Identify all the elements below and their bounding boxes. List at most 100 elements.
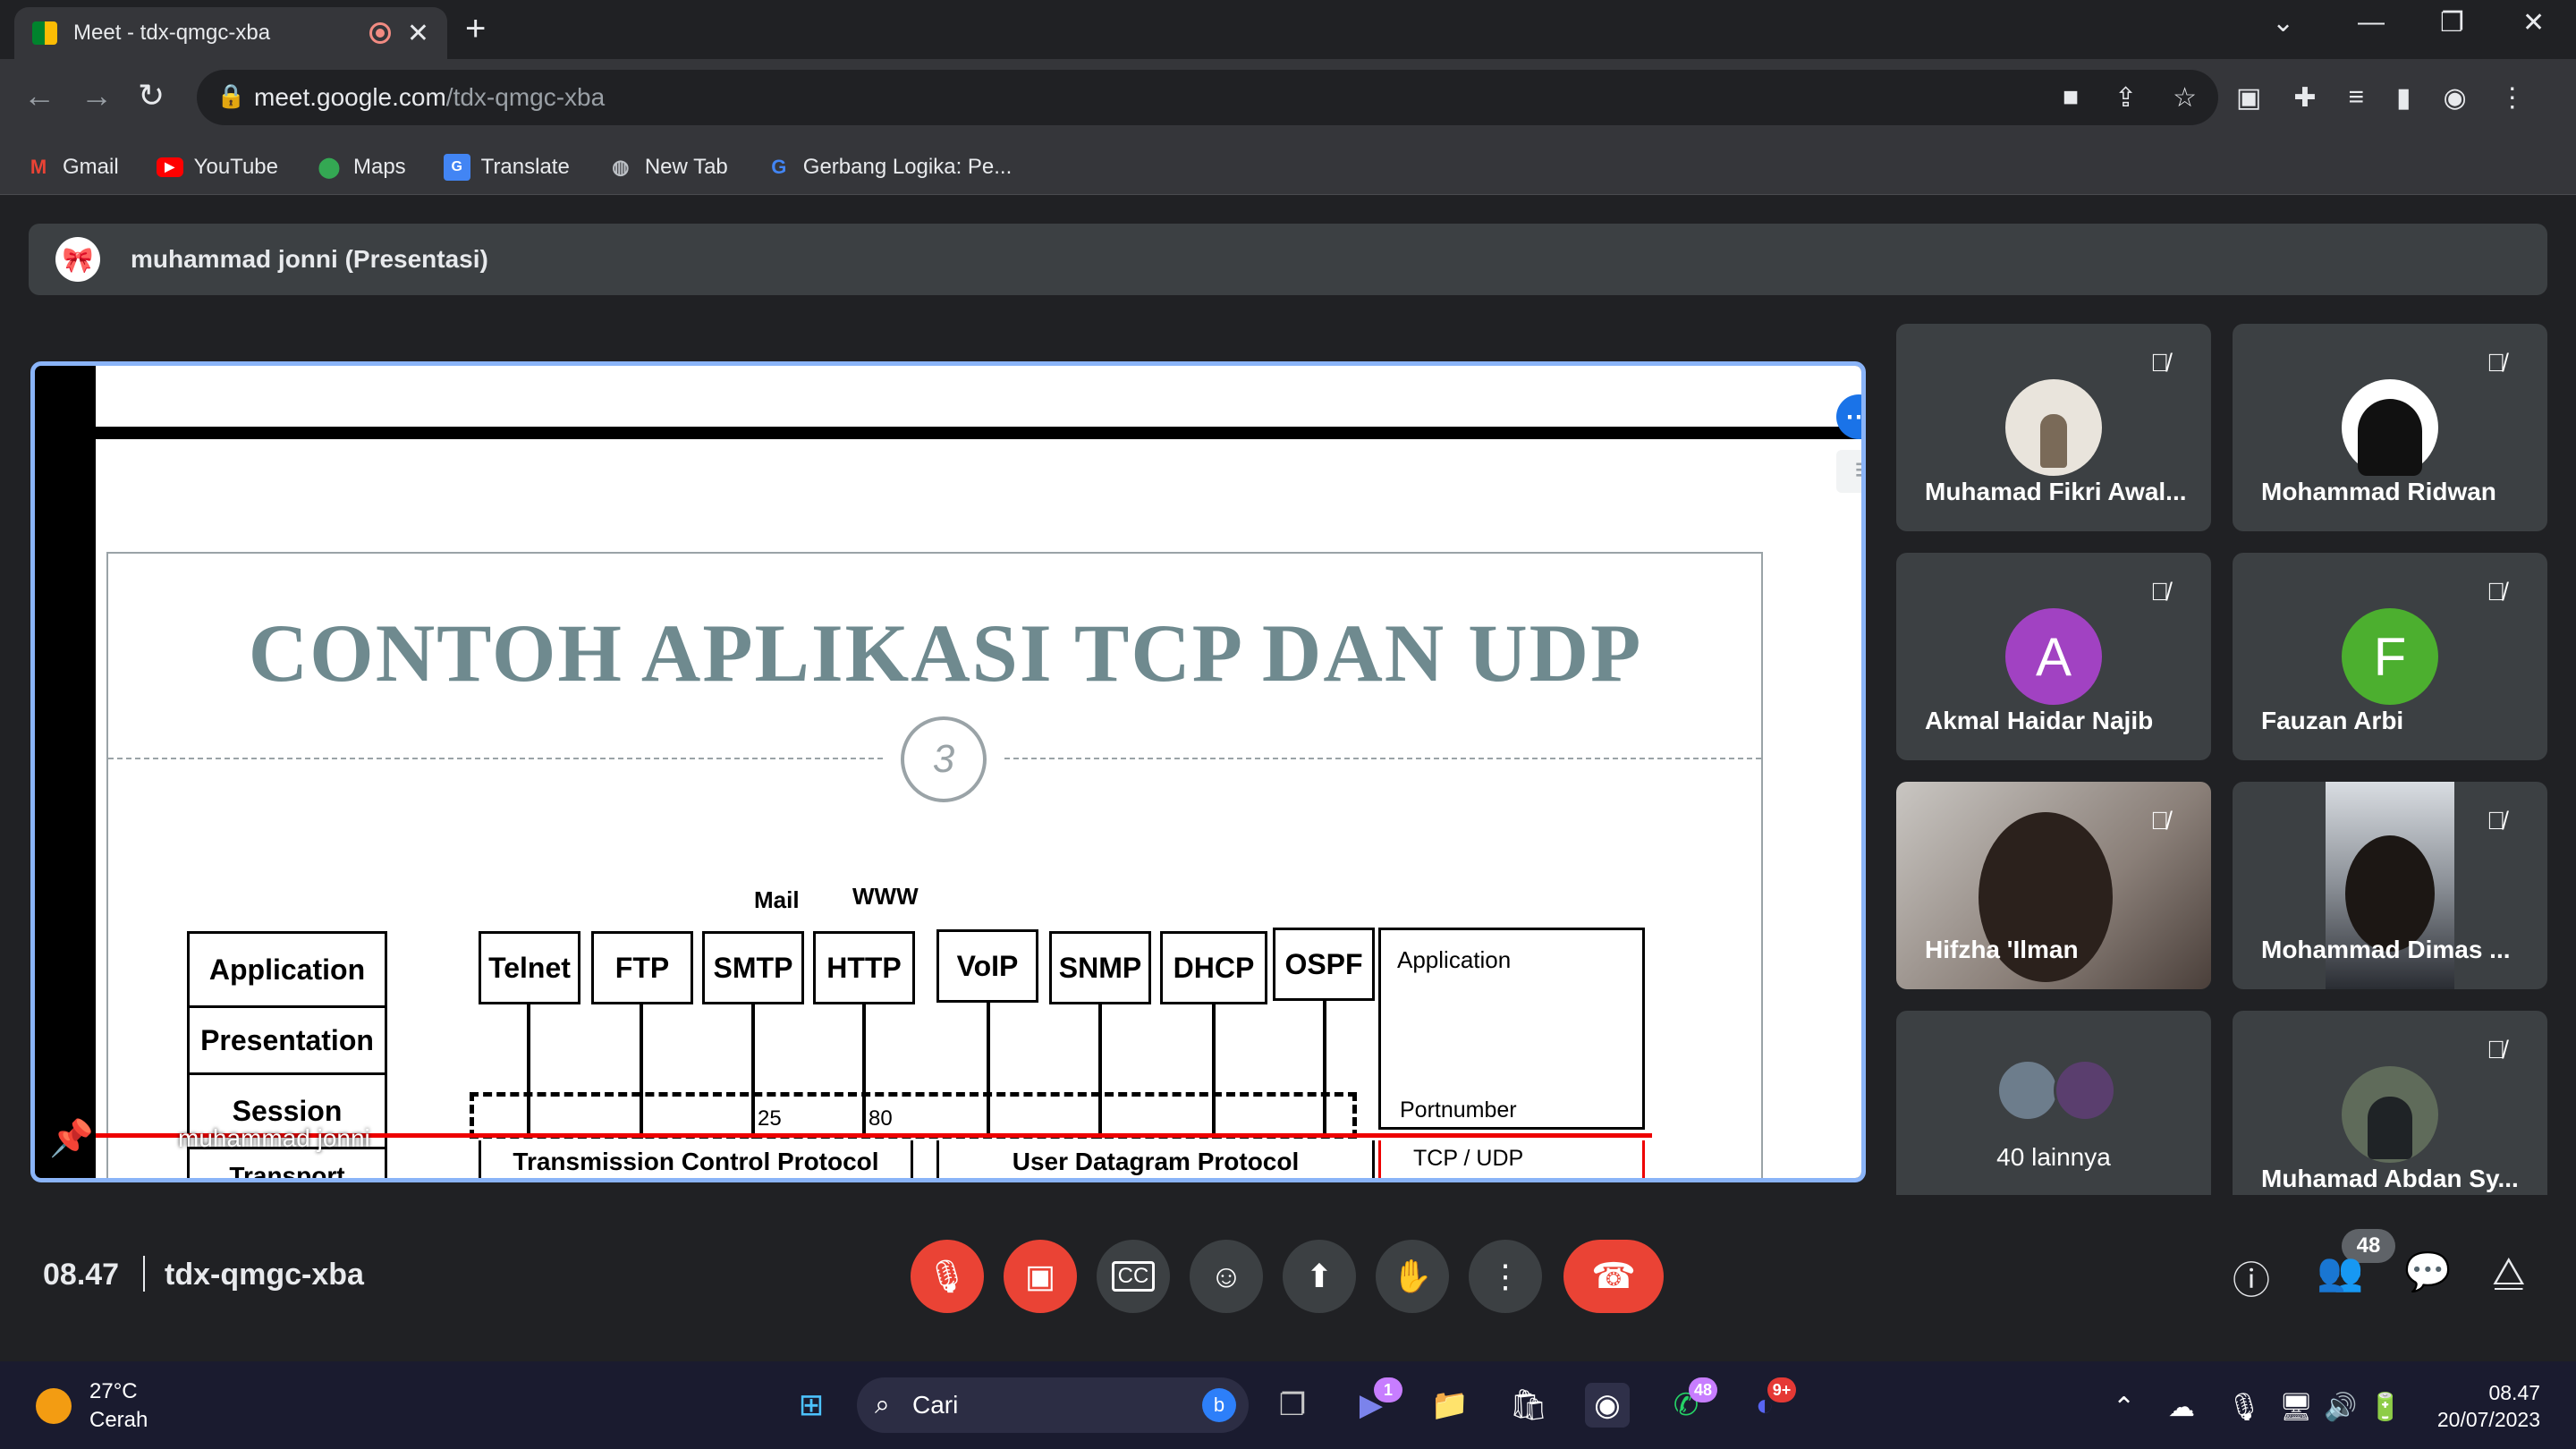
taskbar-clock[interactable]: 08.47 20/07/2023 [2437, 1379, 2540, 1433]
socket-dashed-box [470, 1092, 1357, 1139]
participant-avatar [2005, 379, 2102, 476]
windows-taskbar: 27°C Cerah ⊞ ⌕ Cari b ❐ ▶ 1 📁 🛍 ◉ ✆ 48 ◐… [0, 1361, 2576, 1449]
people-icon[interactable]: 👥 [2317, 1250, 2363, 1294]
bookmark-maps[interactable]: ⬤ Maps [316, 154, 406, 181]
puzzle-icon[interactable]: ✚ [2293, 82, 2316, 114]
bookmark-youtube[interactable]: ▶ YouTube [156, 155, 278, 180]
captions-button[interactable]: CC [1097, 1240, 1170, 1313]
mic-off-icon: 🎙̸ [2150, 349, 2169, 377]
youtube-icon: ▶ [156, 157, 183, 177]
mic-toggle-button[interactable]: 🎙 [911, 1240, 984, 1313]
activities-icon[interactable]: ⧋ [2492, 1250, 2525, 1294]
presentation-stage[interactable]: CONTOH APLIKASI TCP DAN UDP 3 Mail WWW A… [30, 361, 1866, 1182]
extension-icon[interactable]: ▣ [2236, 82, 2261, 114]
meet-favicon-icon [32, 21, 57, 45]
participant-tile[interactable]: 🎙̸ Muhamad Abdan Sy... [2233, 1011, 2547, 1218]
microphone-icon[interactable]: 🎙 [2227, 1392, 2261, 1423]
camera-icon[interactable]: ■ [2063, 82, 2079, 114]
network-icon[interactable]: 🖥 [2279, 1392, 2313, 1423]
media-control-icon[interactable]: ≡ [2349, 82, 2365, 114]
reactions-button[interactable]: ☺ [1190, 1240, 1263, 1313]
layer-application: Application [187, 931, 387, 1008]
store-icon[interactable]: 🛍 [1506, 1383, 1551, 1428]
taskbar-search[interactable]: ⌕ Cari b [857, 1377, 1249, 1433]
meeting-info-icon[interactable]: ⓘ [2233, 1250, 2270, 1305]
close-window-button[interactable]: ✕ [2522, 7, 2545, 38]
app-http: HTTP [813, 931, 915, 1004]
emoji-icon: ☺ [1209, 1258, 1243, 1294]
bing-icon: b [1202, 1388, 1236, 1422]
minimize-button[interactable]: — [2358, 7, 2385, 38]
participant-tile[interactable]: 🎙̸ Mohammad Dimas ... [2233, 782, 2547, 989]
new-tab-button[interactable]: + [465, 9, 486, 49]
onedrive-cloud-icon[interactable]: ☁ [2168, 1392, 2195, 1423]
participant-name: Akmal Haidar Najib [1925, 707, 2154, 734]
raise-hand-button[interactable]: ✋ [1376, 1240, 1449, 1313]
others-tile[interactable]: 40 lainnya [1896, 1011, 2211, 1218]
participant-name: Fauzan Arbi [2261, 707, 2404, 734]
bookmark-new-tab[interactable]: ◍ New Tab [607, 154, 728, 181]
globe-icon: ◍ [612, 155, 630, 178]
participant-tile[interactable]: 🎙̸ Mohammad Ridwan [2233, 324, 2547, 531]
show-hidden-icons-icon[interactable]: ⌃ [2113, 1392, 2135, 1423]
participant-tile[interactable]: F 🎙̸ Fauzan Arbi [2233, 553, 2547, 760]
battery-icon[interactable]: 🔋 [2368, 1392, 2402, 1423]
app-ftp: FTP [591, 931, 693, 1004]
meeting-time: 08.47 [43, 1258, 120, 1292]
volume-icon[interactable]: 🔊 [2324, 1392, 2357, 1423]
more-options-button[interactable]: ⋮ [1469, 1240, 1542, 1313]
participant-name: Hifzha 'Ilman [1925, 936, 2079, 963]
forward-button[interactable]: → [80, 77, 113, 114]
leave-call-button[interactable]: ☎ [1563, 1240, 1664, 1313]
browser-tab[interactable]: Meet - tdx-qmgc-xba ✕ [14, 7, 447, 59]
tab-close-icon[interactable]: ✕ [407, 18, 429, 49]
participant-tile[interactable]: 🎙̸ Muhamad Fikri Awal... [1896, 324, 2211, 531]
weather-temp[interactable]: 27°C [89, 1379, 138, 1404]
restore-button[interactable]: ❐ [2440, 7, 2464, 38]
person-silhouette-icon [2358, 399, 2422, 476]
bookmark-star-icon[interactable]: ☆ [2173, 82, 2197, 114]
task-view-icon[interactable]: ❐ [1270, 1383, 1315, 1428]
portnumber-label: Portnumber [1400, 1097, 1517, 1123]
tcp-udp-box: TCP / UDP [1378, 1140, 1645, 1178]
captions-icon: CC [1111, 1261, 1156, 1292]
mic-off-icon: 🎙̸ [2487, 578, 2505, 606]
participant-tile[interactable]: 🎙̸ Hifzha 'Ilman [1896, 782, 2211, 989]
teams-badge: 1 [1374, 1377, 1402, 1402]
hand-icon: ✋ [1392, 1258, 1433, 1294]
participant-avatar: A [2005, 608, 2102, 705]
pin-icon[interactable]: 📌 [49, 1117, 94, 1159]
lock-icon[interactable]: 🔒 [216, 82, 245, 110]
slide-divider-right [1004, 758, 1761, 759]
app-ospf: OSPF [1273, 928, 1375, 1001]
slide-menu-icon[interactable]: ≡ [1836, 450, 1861, 493]
reload-button[interactable]: ↻ [138, 77, 165, 114]
bookmark-gerbang-logika[interactable]: G Gerbang Logika: Pe... [766, 154, 1012, 181]
weather-sun-icon[interactable] [36, 1388, 72, 1424]
chrome-icon[interactable]: ◉ [1585, 1383, 1630, 1428]
meeting-code: tdx-qmgc-xba [165, 1258, 364, 1292]
menu-kebab-icon[interactable]: ⋮ [2499, 82, 2526, 114]
presenter-name-tag: muhammad jonni [178, 1124, 370, 1152]
slide-divider-left [108, 758, 883, 759]
windows-start-icon[interactable]: ⊞ [789, 1383, 834, 1428]
bookmark-translate[interactable]: G Translate [443, 153, 570, 181]
file-explorer-icon[interactable]: 📁 [1428, 1383, 1472, 1428]
side-panel-icon[interactable]: ▮ [2396, 82, 2411, 114]
camera-toggle-button[interactable]: ▣ [1004, 1240, 1077, 1313]
present-screen-icon: ⬆ [1305, 1258, 1334, 1294]
weather-condition[interactable]: Cerah [89, 1408, 148, 1433]
bookmark-gmail[interactable]: M Gmail [25, 154, 119, 181]
participant-avatar: F [2342, 608, 2438, 705]
tab-search-icon[interactable]: ⌄ [2272, 7, 2294, 38]
address-bar[interactable]: 🔒 meet.google.com /tdx-qmgc-xba ■ ⇪ ☆ [197, 70, 2218, 125]
participant-name: Muhamad Fikri Awal... [1925, 478, 2187, 505]
chat-icon[interactable]: 💬 [2404, 1250, 2451, 1294]
profile-avatar[interactable]: ◉ [2444, 82, 2467, 114]
participant-tile[interactable]: A 🎙̸ Akmal Haidar Najib [1896, 553, 2211, 760]
layer-presentation: Presentation [187, 1005, 387, 1075]
back-button[interactable]: ← [23, 77, 55, 114]
app-voip: VoIP [936, 929, 1038, 1003]
share-icon[interactable]: ⇪ [2114, 82, 2137, 114]
present-button[interactable]: ⬆ [1283, 1240, 1356, 1313]
